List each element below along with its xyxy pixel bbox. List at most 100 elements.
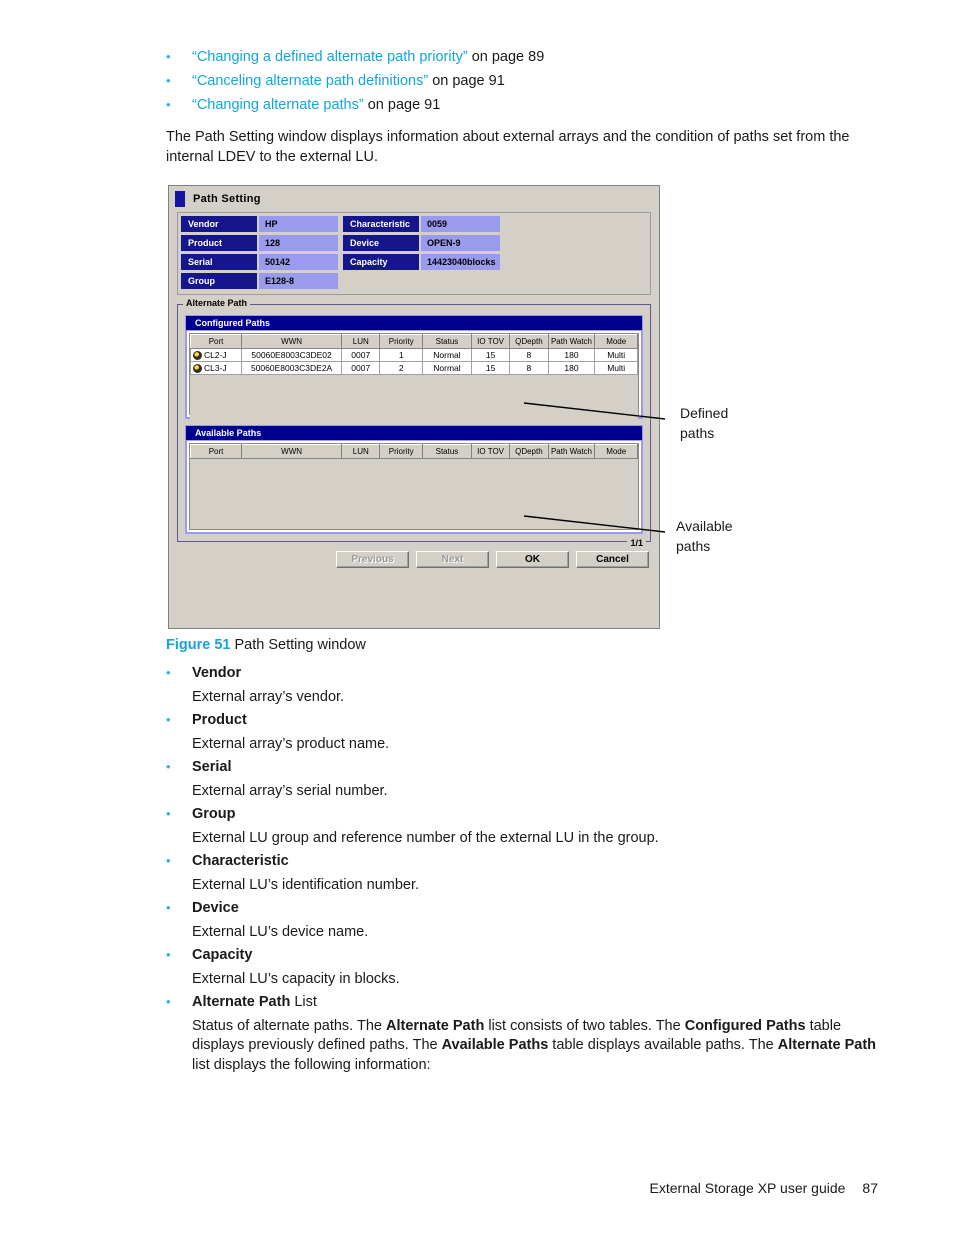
desc-part: table displays available paths. The bbox=[548, 1037, 778, 1053]
col-header-io-tov[interactable]: IO TOV bbox=[470, 444, 511, 459]
col-header-mode[interactable]: Mode bbox=[594, 334, 638, 349]
col-header-wwn[interactable]: WWN bbox=[241, 444, 343, 459]
xref-link[interactable]: “Changing a defined alternate path prior… bbox=[192, 49, 468, 65]
cancel-button[interactable]: Cancel bbox=[576, 551, 649, 568]
cross-reference-list: • “Changing a defined alternate path pri… bbox=[166, 48, 886, 120]
desc-bold: Alternate Path bbox=[386, 1017, 485, 1034]
vendor-value: HP bbox=[259, 216, 338, 232]
col-header-wwn[interactable]: WWN bbox=[241, 334, 343, 349]
cell-wwn: 50060E8003C3DE02 bbox=[241, 348, 343, 362]
definition-description: External array’s vendor. bbox=[192, 688, 345, 705]
bullet-icon: • bbox=[166, 853, 171, 868]
xref-link[interactable]: “Canceling alternate path definitions” bbox=[192, 73, 428, 89]
empty-cell bbox=[343, 273, 419, 289]
table-row[interactable]: CL2-J 50060E8003C3DE02 0007 1 Normal 15 … bbox=[189, 348, 638, 362]
col-header-priority[interactable]: Priority bbox=[379, 334, 423, 349]
desc-bold: Alternate Path bbox=[777, 1037, 877, 1053]
user-path-icon bbox=[193, 350, 202, 360]
serial-label: Serial bbox=[181, 254, 257, 270]
col-header-priority[interactable]: Priority bbox=[379, 444, 423, 459]
table-header-row: Port WWN LUN Priority Status IO TOV QDep… bbox=[189, 444, 638, 459]
bullet-icon: • bbox=[166, 665, 171, 680]
serial-value: 50142 bbox=[259, 254, 338, 270]
definition-term-alternate-path: • Alternate Path List bbox=[166, 991, 881, 1015]
table-row[interactable]: CL3-J 50060E8003C3DE2A 0007 2 Normal 15 … bbox=[189, 361, 638, 375]
cell-io-tov: 15 bbox=[470, 361, 511, 375]
configured-paths-scroll[interactable]: Port WWN LUN Priority Status IO TOV QDep… bbox=[189, 333, 639, 427]
footer-guide-title: External Storage XP user guide bbox=[649, 1180, 846, 1196]
bullet-icon: • bbox=[166, 97, 171, 112]
ok-button[interactable]: OK bbox=[496, 551, 569, 568]
figure-title: Path Setting window bbox=[234, 637, 366, 653]
col-header-path-watch[interactable]: Path Watch bbox=[547, 334, 596, 349]
cell-path-watch: 180 bbox=[547, 361, 596, 375]
cell-wwn: 50060E8003C3DE2A bbox=[241, 361, 343, 375]
callout-available-line2: paths bbox=[676, 538, 711, 554]
figure-caption: Figure 51 Path Setting window bbox=[166, 637, 366, 653]
capacity-value: 14423040blocks bbox=[421, 254, 500, 270]
callout-available-line1: Available bbox=[676, 518, 733, 534]
alternate-path-fieldset: Alternate Path 1/1 Configured Paths Port bbox=[177, 298, 651, 548]
cell-mode: Multi bbox=[594, 361, 638, 375]
cell-priority: 1 bbox=[379, 348, 423, 362]
bullet-icon: • bbox=[166, 900, 171, 915]
bullet-icon: • bbox=[166, 806, 171, 821]
col-header-status[interactable]: Status bbox=[421, 334, 472, 349]
col-header-io-tov[interactable]: IO TOV bbox=[470, 334, 511, 349]
grid-gap bbox=[340, 254, 341, 270]
figure-number: Figure 51 bbox=[166, 637, 231, 653]
desc-bold: Available Paths bbox=[441, 1037, 549, 1053]
group-value: E128-8 bbox=[259, 273, 338, 289]
cell-path-watch: 180 bbox=[547, 348, 596, 362]
previous-button[interactable]: Previous bbox=[336, 551, 409, 568]
grid-gap bbox=[340, 216, 341, 232]
user-path-icon bbox=[193, 363, 202, 373]
col-header-qdepth[interactable]: QDepth bbox=[509, 334, 549, 349]
xref-page: on page 91 bbox=[363, 97, 441, 113]
characteristic-label: Characteristic bbox=[343, 216, 419, 232]
dialog-button-row: Previous Next OK Cancel bbox=[177, 551, 649, 568]
table-header-row: Port WWN LUN Priority Status IO TOV QDep… bbox=[189, 334, 638, 349]
group-label: Group bbox=[181, 273, 257, 289]
available-paths-scroll[interactable]: Port WWN LUN Priority Status IO TOV QDep… bbox=[189, 443, 639, 530]
grid-gap bbox=[340, 273, 341, 289]
bullet-icon: • bbox=[166, 947, 171, 962]
dialog-title: Path Setting bbox=[193, 193, 261, 205]
col-header-lun[interactable]: LUN bbox=[341, 444, 381, 459]
col-header-port[interactable]: Port bbox=[189, 334, 243, 349]
xref-page: on page 91 bbox=[428, 73, 505, 89]
col-header-qdepth[interactable]: QDepth bbox=[509, 444, 549, 459]
callout-available-paths: Available paths bbox=[676, 516, 733, 556]
intro-paragraph: The Path Setting window displays informa… bbox=[166, 129, 850, 165]
cell-priority: 2 bbox=[379, 361, 423, 375]
cell-qdepth: 8 bbox=[509, 361, 549, 375]
definition-term: • Characteristic bbox=[166, 850, 881, 874]
available-paths-table: Port WWN LUN Priority Status IO TOV QDep… bbox=[189, 444, 638, 459]
callout-defined-line2: paths bbox=[680, 425, 715, 441]
definition-description: External LU’s device name. bbox=[192, 923, 369, 940]
port-label: CL2-J bbox=[204, 350, 227, 360]
term-label: Product bbox=[192, 712, 247, 728]
desc-part: list consists of two tables. The bbox=[484, 1017, 685, 1034]
callout-defined-paths: Defined paths bbox=[680, 403, 728, 443]
xref-link[interactable]: “Changing alternate paths” bbox=[192, 97, 364, 113]
desc-part: Status of alternate paths. The bbox=[192, 1017, 386, 1034]
col-header-port[interactable]: Port bbox=[189, 444, 243, 459]
col-header-lun[interactable]: LUN bbox=[341, 334, 381, 349]
definition-description: External LU group and reference number o… bbox=[192, 829, 659, 846]
configured-paths-body: Port WWN LUN Priority Status IO TOV QDep… bbox=[185, 331, 643, 427]
definition-term: • Group bbox=[166, 803, 881, 827]
xref-page: on page 89 bbox=[467, 49, 545, 65]
window-icon bbox=[175, 191, 185, 207]
col-header-mode[interactable]: Mode bbox=[594, 444, 638, 459]
device-label: Device bbox=[343, 235, 419, 251]
cell-qdepth: 8 bbox=[509, 348, 549, 362]
page-indicator: 1/1 bbox=[627, 538, 646, 548]
col-header-status[interactable]: Status bbox=[421, 444, 472, 459]
definition-term: • Serial bbox=[166, 756, 881, 780]
available-paths-empty-area bbox=[190, 459, 638, 525]
cell-port: CL3-J bbox=[189, 361, 243, 375]
next-button[interactable]: Next bbox=[416, 551, 489, 568]
cell-io-tov: 15 bbox=[470, 348, 511, 362]
col-header-path-watch[interactable]: Path Watch bbox=[547, 444, 596, 459]
